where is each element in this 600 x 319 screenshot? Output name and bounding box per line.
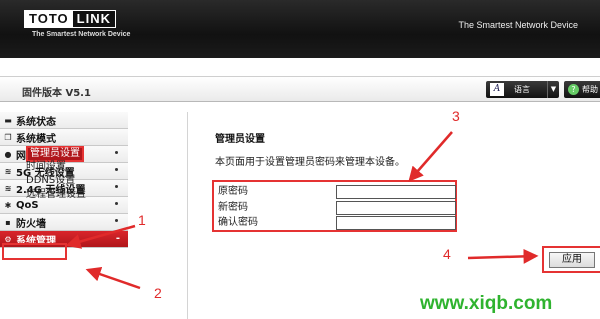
help-label: 帮助 [582,85,598,94]
arrow-3 [408,131,453,182]
sidebar-item-label: 防火墙 [16,218,46,230]
form-row-confirm-password: 确认密码 [218,216,456,230]
header-tagline: The Smartest Network Device [458,20,578,30]
submenu-item-remote-management[interactable]: 远程管理设置 [0,188,128,202]
watermark: www.xiqb.com [420,293,553,314]
expand-dot-icon [115,202,118,205]
sidebar-item-label: 系统模式 [16,133,56,145]
new-password-field[interactable] [336,201,456,215]
new-password-label: 新密码 [218,202,248,213]
form-row-new-password: 新密码 [218,201,456,215]
chevron-down-icon: ▼ [547,81,559,98]
apply-highlight: 应用 [542,246,600,273]
expand-dot-icon [115,219,118,222]
annotation-number-1: 1 [138,212,146,228]
confirm-password-label: 确认密码 [218,217,258,228]
form-row-old-password: 原密码 [218,185,456,199]
logo-text-left: TOTO [25,11,73,27]
submenu: 管理员设置 时间设置 DDNS设置 远程管理设置 [0,146,128,202]
language-select[interactable]: A 语言 ▼ [486,81,559,98]
sidebar-item-system-status[interactable]: ▬ 系统状态 [0,112,128,129]
submenu-item-time-settings[interactable]: 时间设置 [0,160,128,174]
language-icon: A [490,83,504,96]
help-icon: ? [568,84,579,95]
highlight-box [2,243,67,260]
logo-text-right: LINK [72,11,115,27]
page-description: 本页面用于设置管理员密码来管理本设备。 [215,157,405,168]
confirm-password-field[interactable] [336,216,456,230]
old-password-label: 原密码 [218,186,248,197]
totolink-logo: TOTO LINK [24,10,116,28]
copy-icon: ❐ [4,132,12,142]
password-form: 原密码 新密码 确认密码 [212,180,457,232]
annotation-number-2: 2 [154,285,162,301]
language-label: 语言 [514,85,530,94]
submenu-item-admin-settings[interactable]: 管理员设置 [0,146,128,162]
toolbar: 固件版本 V5.1 A 语言 ▼ ? 帮助 [0,76,600,102]
logo-tagline: The Smartest Network Device [32,31,131,38]
divider [187,112,188,319]
arrow-2 [85,267,141,290]
sidebar-item-system-mode[interactable]: ❐ 系统模式 [0,129,128,146]
submenu-item-ddns[interactable]: DDNS设置 [0,174,128,188]
lock-icon: ▪ [5,217,11,227]
sidebar-item-firewall[interactable]: ▪ 防火墙 [0,214,128,231]
help-button[interactable]: ? 帮助 [564,81,600,98]
monitor-icon: ▬ [4,115,12,125]
annotation-number-3: 3 [452,108,460,124]
collapse-icon: - [115,233,120,244]
annotation-number-4: 4 [443,246,451,262]
header-bar: TOTO LINK The Smartest Network Device Th… [0,0,600,58]
firmware-version: 固件版本 V5.1 [22,88,91,99]
apply-button[interactable]: 应用 [549,252,595,268]
page-title: 管理员设置 [215,134,265,145]
arrow-4 [467,248,539,264]
old-password-field[interactable] [336,185,456,199]
sidebar-item-label: 系统状态 [16,116,56,128]
